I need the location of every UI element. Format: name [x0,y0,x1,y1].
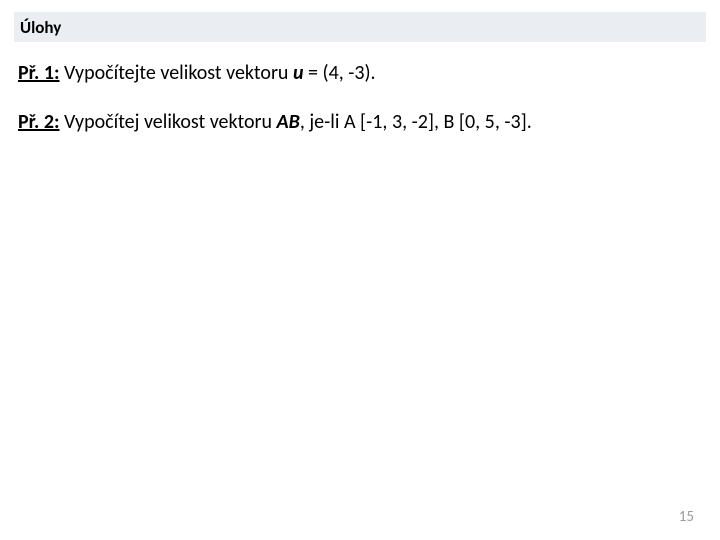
exercise-2: Př. 2: Vypočítej velikost vektoru AB, je… [18,109,702,136]
slide-container: Úlohy Př. 1: Vypočítejte velikost vektor… [0,0,720,540]
content-area: Př. 1: Vypočítejte velikost vektoru u = … [18,60,702,158]
exercise-2-var: AB [277,110,300,134]
slide-title: Úlohy [20,17,61,38]
title-bar: Úlohy [14,12,706,42]
exercise-1-pre: Vypočítejte velikost vektoru [60,61,293,85]
exercise-1-post: = (4, -3). [304,61,376,85]
exercise-2-label: Př. 2: [18,110,60,134]
exercise-1-var: u [293,61,304,85]
exercise-1-label: Př. 1: [18,61,60,85]
exercise-1: Př. 1: Vypočítejte velikost vektoru u = … [18,60,702,87]
page-number: 15 [679,508,694,526]
exercise-2-pre: Vypočítej velikost vektoru [60,110,277,134]
exercise-2-post: , je-li A [-1, 3, -2], B [0, 5, -3]. [300,110,532,134]
